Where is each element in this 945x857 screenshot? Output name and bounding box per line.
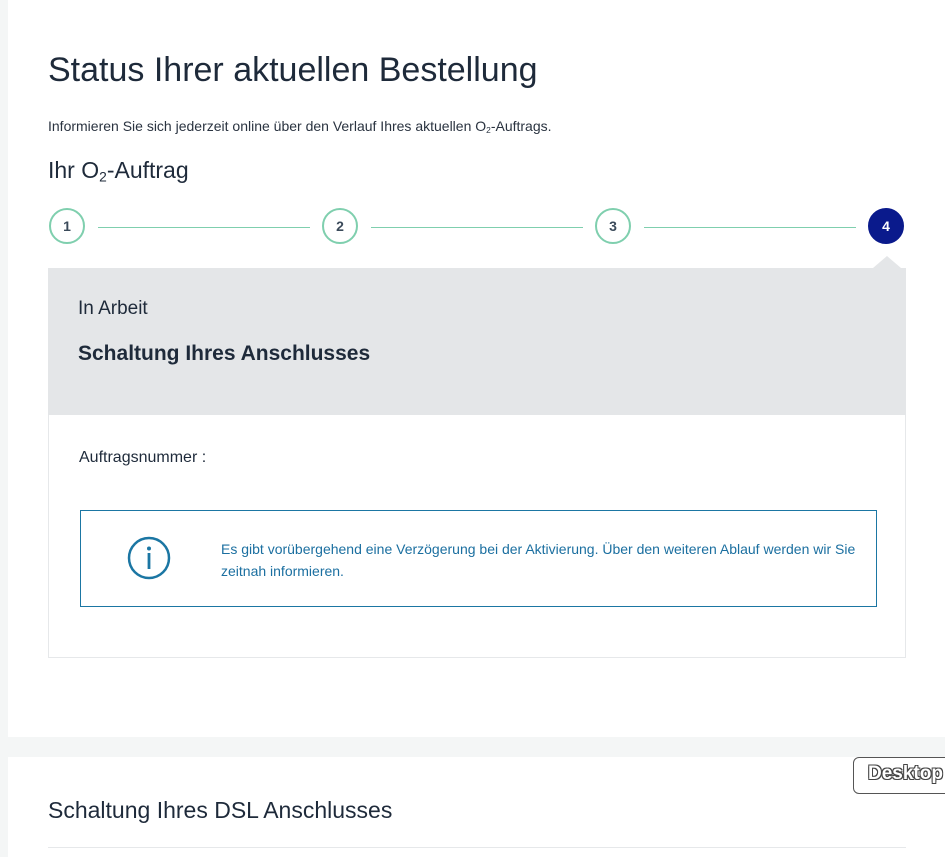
- status-label: In Arbeit: [78, 298, 148, 319]
- desktop-view-button[interactable]: Desktop: [853, 757, 945, 794]
- order-heading-part: Ihr O: [48, 157, 100, 183]
- step-4-active[interactable]: 4: [868, 208, 904, 244]
- info-circle-icon: [127, 536, 171, 580]
- step-2[interactable]: 2: [322, 208, 358, 244]
- intro-text-part: -Auftrags.: [490, 118, 552, 134]
- order-heading-subscript: 2: [99, 169, 107, 185]
- intro-text: Informieren Sie sich jederzeit online üb…: [48, 118, 552, 135]
- stepper-connector: [98, 227, 310, 228]
- page-title: Status Ihrer aktuellen Bestellung: [48, 51, 538, 89]
- stepper-connector: [371, 227, 583, 228]
- order-heading-part: -Auftrag: [106, 157, 189, 183]
- info-message-text: Es gibt vorübergehend eine Verzögerung b…: [221, 541, 856, 579]
- status-title: Schaltung Ihres Anschlusses: [78, 342, 371, 365]
- stepper-connector: [644, 227, 856, 228]
- order-number-label: Auftragsnummer :: [79, 449, 207, 466]
- step-3[interactable]: 3: [595, 208, 631, 244]
- status-pointer: [873, 256, 901, 268]
- status-panel: In Arbeit Schaltung Ihres Anschlusses: [48, 268, 906, 415]
- section-divider: [48, 847, 906, 848]
- dsl-section-title[interactable]: Schaltung Ihres DSL Anschlusses: [48, 797, 392, 824]
- order-heading: Ihr O2-Auftrag: [48, 156, 189, 191]
- step-1[interactable]: 1: [49, 208, 85, 244]
- info-message-box: Es gibt vorübergehend eine Verzögerung b…: [80, 510, 877, 607]
- intro-text-part: Informieren Sie sich jederzeit online üb…: [48, 118, 487, 134]
- order-details-panel: Auftragsnummer : Es gibt vorübergehend e…: [48, 415, 906, 658]
